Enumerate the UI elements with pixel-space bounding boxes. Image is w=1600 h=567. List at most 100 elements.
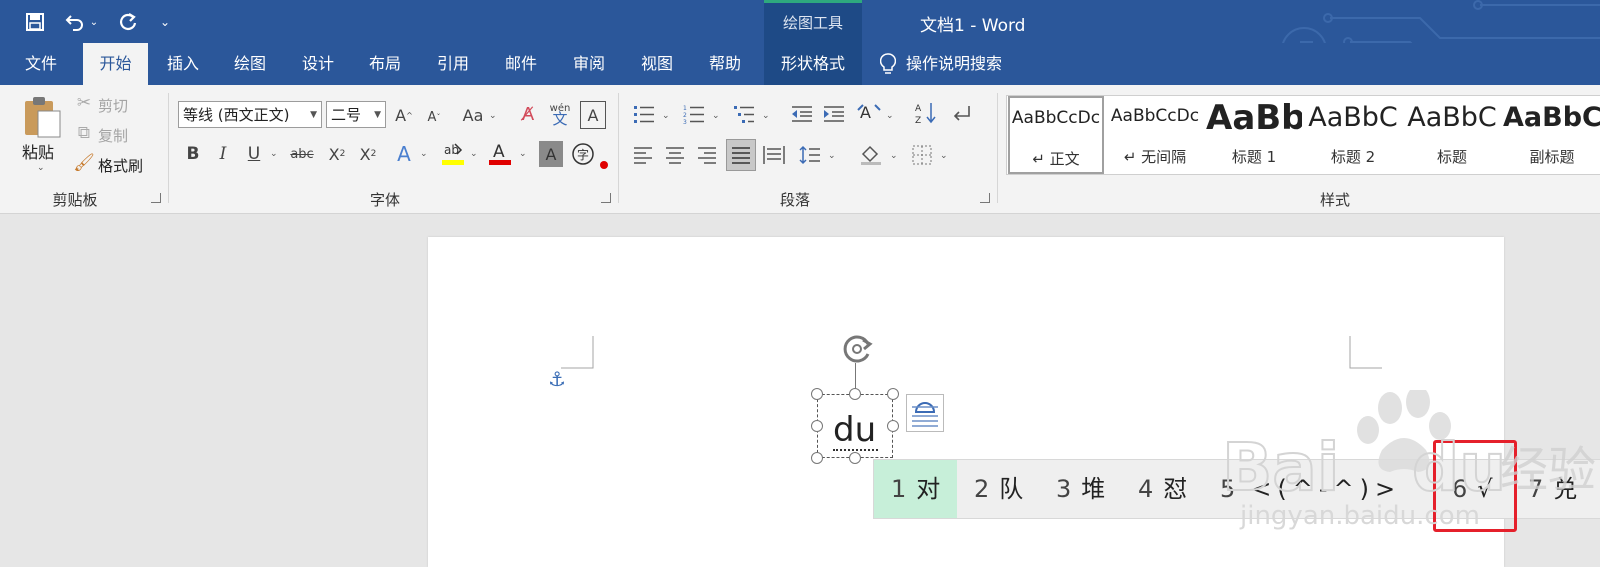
paste-icon[interactable] — [20, 95, 64, 139]
style-no-spacing[interactable]: AaBbCcDc ↵ 无间隔 — [1107, 96, 1203, 174]
resize-handle-e[interactable] — [887, 420, 899, 432]
align-right-icon[interactable] — [696, 143, 718, 167]
clipboard-launcher-icon[interactable] — [151, 193, 161, 203]
shading-icon[interactable] — [858, 141, 884, 167]
font-name-combo[interactable]: 等线 (西文正文) ▼ — [178, 101, 322, 128]
tab-design[interactable]: 设计 — [295, 43, 341, 85]
layout-options-icon[interactable] — [906, 394, 944, 432]
align-center-icon[interactable] — [664, 143, 686, 167]
show-formatting-marks-icon[interactable] — [950, 101, 974, 127]
resize-handle-w[interactable] — [811, 420, 823, 432]
copy-button[interactable]: 复制 — [98, 125, 128, 146]
style-title[interactable]: AaBbC 标题 — [1404, 96, 1500, 174]
undo-icon[interactable] — [62, 10, 88, 34]
tab-references[interactable]: 引用 — [430, 43, 476, 85]
paragraph-launcher-icon[interactable] — [980, 193, 990, 203]
tab-draw[interactable]: 绘图 — [227, 43, 273, 85]
cut-button[interactable]: 剪切 — [98, 95, 128, 116]
numbering-dropdown-icon[interactable]: ⌄ — [712, 111, 720, 121]
rotate-handle-icon[interactable] — [841, 332, 875, 366]
tab-review[interactable]: 审阅 — [566, 43, 612, 85]
resize-handle-n[interactable] — [849, 388, 861, 400]
tab-view[interactable]: 视图 — [634, 43, 680, 85]
text-effects-icon[interactable]: A — [392, 141, 416, 167]
tab-mailings[interactable]: 邮件 — [498, 43, 544, 85]
shape-text[interactable]: du — [833, 410, 876, 450]
paste-dropdown-icon[interactable]: ⌄ — [37, 163, 45, 173]
increase-indent-icon[interactable] — [822, 101, 846, 127]
shrink-font-icon[interactable]: Aˇ — [424, 105, 444, 129]
clear-formatting-icon[interactable]: A̸ — [516, 101, 540, 127]
character-shading-icon[interactable]: A — [539, 141, 563, 167]
bullets-icon[interactable] — [632, 101, 656, 127]
bold-icon[interactable]: B — [182, 141, 204, 167]
tab-insert[interactable]: 插入 — [160, 43, 206, 85]
multilevel-list-dropdown-icon[interactable]: ⌄ — [762, 111, 770, 121]
strikethrough-icon[interactable]: abc — [287, 141, 317, 167]
save-icon[interactable] — [22, 10, 48, 34]
chinese-layout-dropdown-icon[interactable]: ⌄ — [886, 111, 894, 121]
ime-candidate-2[interactable]: 2队 — [974, 460, 1023, 518]
superscript-icon[interactable]: X2 — [356, 141, 380, 167]
bullets-dropdown-icon[interactable]: ⌄ — [662, 111, 670, 121]
paste-label[interactable]: 粘贴 — [22, 139, 54, 163]
font-launcher-icon[interactable] — [601, 193, 611, 203]
tab-shape-format[interactable]: 形状格式 — [764, 43, 862, 85]
character-border-icon[interactable]: A — [580, 101, 606, 129]
tell-me-search[interactable]: 操作说明搜索 — [880, 43, 1002, 85]
font-color-icon[interactable]: A — [488, 139, 512, 167]
justify-icon[interactable] — [726, 139, 756, 171]
phonetic-guide-icon[interactable]: wén 文 — [548, 99, 572, 129]
text-highlight-icon[interactable]: ab — [440, 139, 466, 167]
tab-file[interactable]: 文件 — [18, 43, 64, 85]
borders-dropdown-icon[interactable]: ⌄ — [940, 151, 948, 161]
redo-icon[interactable] — [115, 10, 141, 34]
customize-qat-icon[interactable]: ⌄ — [152, 10, 178, 34]
candidate-number: 4 — [1138, 475, 1154, 503]
tab-home[interactable]: 开始 — [83, 43, 148, 85]
style-heading-1[interactable]: AaBb 标题 1 — [1206, 96, 1302, 174]
candidate-number: 1 — [891, 475, 907, 503]
line-spacing-icon[interactable] — [798, 143, 822, 167]
distributed-icon[interactable] — [762, 143, 786, 167]
align-left-icon[interactable] — [632, 143, 654, 167]
style-heading-2[interactable]: AaBbC 标题 2 — [1305, 96, 1401, 174]
underline-icon[interactable]: U — [243, 141, 265, 167]
decrease-indent-icon[interactable] — [790, 101, 814, 127]
undo-dropdown-icon[interactable]: ⌄ — [87, 10, 101, 34]
ime-candidate-7[interactable]: 7兑 — [1528, 460, 1577, 518]
grow-font-icon[interactable]: A ^ — [394, 103, 414, 127]
resize-handle-nw[interactable] — [811, 388, 823, 400]
font-color-dropdown-icon[interactable]: ⌄ — [519, 149, 527, 159]
ime-candidate-5[interactable]: 5 <(^-^)> — [1220, 460, 1401, 518]
tab-layout[interactable]: 布局 — [362, 43, 408, 85]
font-size-combo[interactable]: 二号 ▼ — [326, 101, 386, 128]
italic-icon[interactable]: I — [212, 141, 234, 167]
style-name: 标题 2 — [1330, 148, 1376, 166]
subscript-icon[interactable]: X2 — [325, 141, 349, 167]
multilevel-list-icon[interactable] — [732, 101, 756, 127]
resize-handle-sw[interactable] — [811, 452, 823, 464]
enclose-characters-icon[interactable]: 字 — [570, 141, 596, 167]
resize-handle-s[interactable] — [849, 452, 861, 464]
ime-candidate-4[interactable]: 4怼 — [1138, 460, 1187, 518]
underline-dropdown-icon[interactable]: ⌄ — [270, 149, 278, 159]
style-normal[interactable]: AaBbCcDc ↵ 正文 — [1008, 96, 1104, 174]
line-spacing-dropdown-icon[interactable]: ⌄ — [828, 151, 836, 161]
resize-handle-ne[interactable] — [887, 388, 899, 400]
anchor-icon[interactable]: ⚓ — [548, 367, 566, 391]
numbering-icon[interactable]: 123 — [682, 101, 706, 127]
change-case-dropdown-icon[interactable]: ⌄ — [489, 111, 497, 121]
text-highlight-dropdown-icon[interactable]: ⌄ — [470, 149, 478, 159]
style-subtitle[interactable]: AaBbC 副标题 — [1503, 96, 1600, 174]
chinese-layout-icon[interactable]: A — [856, 99, 882, 127]
ime-candidate-1[interactable]: 1对 — [874, 460, 957, 518]
change-case-icon[interactable]: Aa — [459, 103, 487, 127]
format-painter-button[interactable]: 格式刷 — [98, 155, 143, 176]
ime-candidate-3[interactable]: 3堆 — [1056, 460, 1105, 518]
shading-dropdown-icon[interactable]: ⌄ — [890, 151, 898, 161]
text-effects-dropdown-icon[interactable]: ⌄ — [420, 149, 428, 159]
borders-icon[interactable] — [910, 143, 934, 167]
tab-help[interactable]: 帮助 — [702, 43, 748, 85]
sort-icon[interactable]: AZ — [914, 99, 938, 127]
